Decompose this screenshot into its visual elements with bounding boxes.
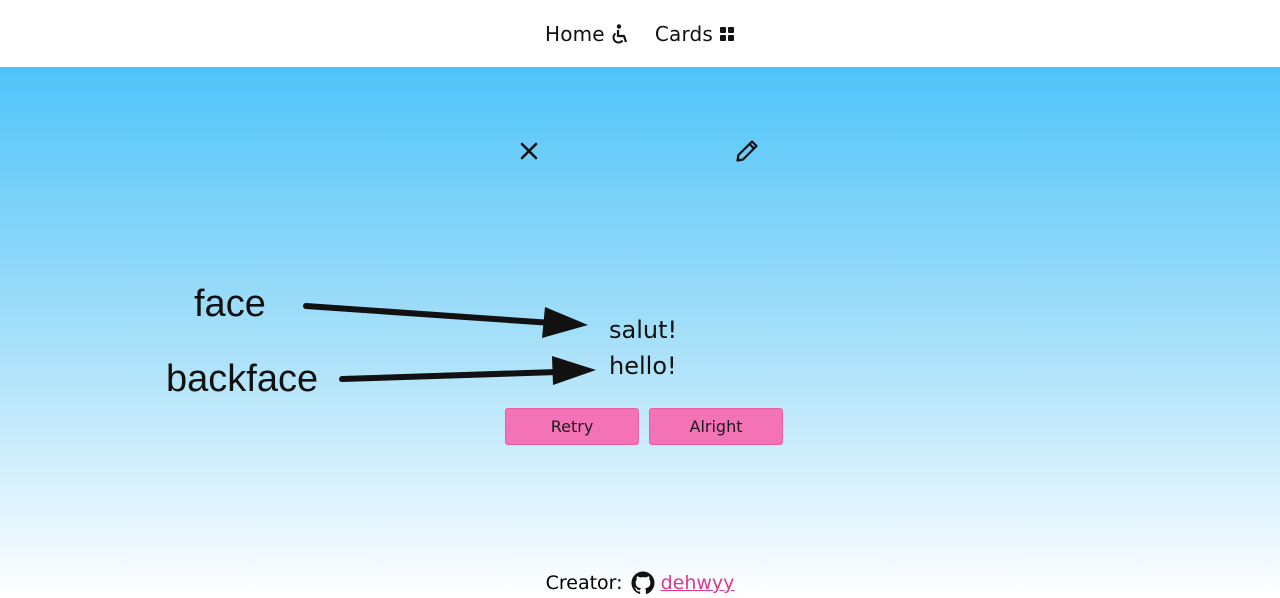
- footer: Creator: dehwyy: [0, 568, 1280, 598]
- creator-username: dehwyy: [660, 572, 735, 594]
- backface-arrow: [339, 356, 596, 385]
- nav-cards-link[interactable]: Cards: [655, 22, 735, 46]
- nav-home-label: Home: [544, 21, 605, 46]
- alright-button[interactable]: Alright: [649, 408, 783, 445]
- nav-cards-label: Cards: [654, 21, 714, 46]
- grid-icon: [720, 26, 735, 41]
- card-backface-text: hello!: [609, 352, 677, 380]
- retry-button[interactable]: Retry: [505, 408, 639, 445]
- top-navbar: Home Cards: [0, 0, 1280, 67]
- face-arrow: [303, 303, 588, 338]
- github-icon: [631, 571, 655, 595]
- wheelchair-icon: [612, 23, 627, 43]
- card-view: face backface salut! hello! Retry Alrigh…: [0, 67, 1280, 598]
- creator-github-link[interactable]: dehwyy: [631, 571, 735, 595]
- card-face-text: salut!: [609, 316, 678, 344]
- creator-label: Creator:: [545, 572, 623, 594]
- nav-home-link[interactable]: Home: [545, 22, 629, 46]
